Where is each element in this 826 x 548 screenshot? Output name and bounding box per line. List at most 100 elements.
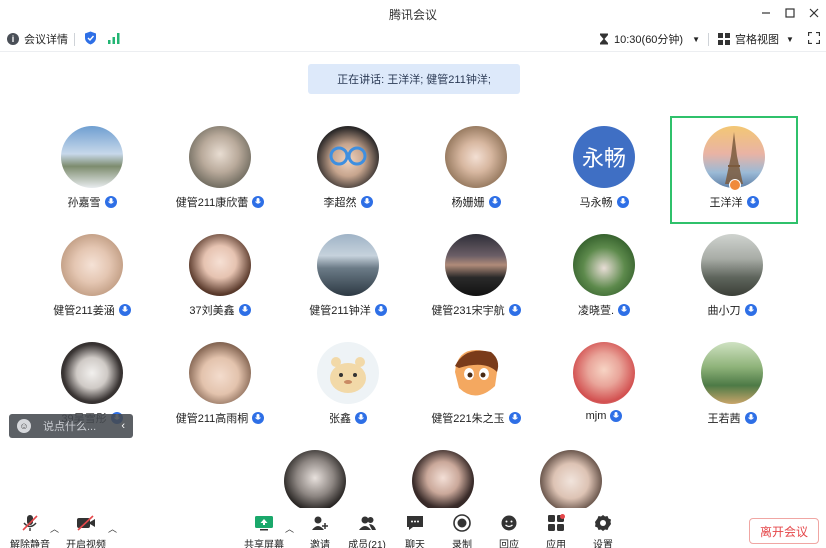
avatar xyxy=(445,342,507,404)
apps-button[interactable]: 应用 xyxy=(534,512,578,548)
record-icon xyxy=(440,512,484,534)
meeting-window: 腾讯会议 i 会议详情 10:30(60分钟) ▼ 宫格视图 ▼ 正在讲话: 王… xyxy=(0,0,826,548)
meeting-info-label: 会议详情 xyxy=(24,34,68,46)
microphone-icon xyxy=(374,304,387,316)
participant-name: 孙嘉雪 xyxy=(67,197,101,209)
reaction-icon xyxy=(487,512,531,534)
chevron-up-icon[interactable]: ︿ xyxy=(50,522,59,535)
participant-tile[interactable]: 孙嘉雪 xyxy=(28,116,156,224)
avatar xyxy=(317,234,379,296)
share-screen-icon xyxy=(242,512,286,534)
invite-label: 邀请 xyxy=(310,540,330,548)
microphone-icon xyxy=(238,304,251,316)
microphone-icon xyxy=(252,412,265,424)
settings-button[interactable]: 设置 xyxy=(581,512,625,548)
participant-tile[interactable]: 张鑫 xyxy=(284,332,412,440)
start-video-button[interactable]: 开启视频 xyxy=(64,512,108,548)
microphone-icon xyxy=(360,196,373,208)
video-off-icon xyxy=(64,512,108,534)
avatar xyxy=(573,234,635,296)
chevron-left-icon[interactable]: ‹ xyxy=(121,420,125,432)
divider xyxy=(74,33,75,46)
chevron-up-icon[interactable]: ︿ xyxy=(285,522,294,535)
maximize-icon[interactable] xyxy=(781,4,799,22)
participant-tile[interactable]: 37刘美鑫 xyxy=(156,224,284,332)
share-screen-button[interactable]: 共享屏幕 xyxy=(242,512,286,548)
participant-tile[interactable]: 永畅 马永畅 xyxy=(540,116,668,224)
microphone-icon xyxy=(508,412,521,424)
title-bar: 腾讯会议 xyxy=(0,0,826,26)
invite-button[interactable]: 邀请 xyxy=(298,512,342,548)
participant-tile[interactable]: 健管231宋宇航 xyxy=(412,224,540,332)
participant-tile[interactable]: 健管211钟洋 xyxy=(284,224,412,332)
chat-input[interactable]: ☺ 说点什么... ‹ xyxy=(9,414,133,438)
speaking-banner: 正在讲话: 王洋洋; 健管211钟洋; xyxy=(308,64,520,94)
chevron-up-icon[interactable]: ︿ xyxy=(108,522,117,535)
timer-label: 10:30(60分钟) xyxy=(614,34,684,46)
participant-tile[interactable]: 李超然 xyxy=(284,116,412,224)
microphone-icon xyxy=(488,196,501,208)
close-icon[interactable] xyxy=(805,4,823,22)
fullscreen-icon[interactable] xyxy=(808,32,820,44)
avatar xyxy=(61,234,123,296)
avatar[interactable] xyxy=(412,450,474,512)
participant-tile[interactable]: 健管211高雨桐 xyxy=(156,332,284,440)
participant-tile[interactable]: 凌晓萱. xyxy=(540,224,668,332)
avatar[interactable] xyxy=(540,450,602,512)
avatar xyxy=(701,342,763,404)
chat-button[interactable]: 聊天 xyxy=(393,512,437,548)
members-label: 成员(21) xyxy=(348,540,386,548)
avatar xyxy=(317,126,379,188)
participant-name: mjm xyxy=(585,410,607,422)
start-video-label: 开启视频 xyxy=(66,540,106,548)
participant-tile[interactable]: mjm xyxy=(540,332,668,440)
add-person-icon xyxy=(298,512,342,534)
participant-tile[interactable]: 健管211姜涵 xyxy=(28,224,156,332)
participant-name: 健管221朱之玉 xyxy=(431,413,505,425)
participant-name: 健管231宋宇航 xyxy=(431,305,505,317)
participant-name: 张鑫 xyxy=(329,413,351,425)
security-shield-icon[interactable] xyxy=(84,31,97,45)
participant-tile[interactable]: 健管211康欣蕾 xyxy=(156,116,284,224)
microphone-icon xyxy=(616,196,629,208)
unmute-button[interactable]: 解除静音 xyxy=(8,512,52,548)
record-button[interactable]: 录制 xyxy=(440,512,484,548)
participant-name: 李超然 xyxy=(323,197,357,209)
leave-meeting-button[interactable]: 离开会议 xyxy=(749,518,819,544)
reactions-label: 回应 xyxy=(499,540,519,548)
participant-name: 健管211高雨桐 xyxy=(175,413,249,425)
grid-view-icon xyxy=(718,33,730,45)
minimize-icon[interactable] xyxy=(757,4,775,22)
apps-label: 应用 xyxy=(546,540,566,548)
divider xyxy=(708,33,709,46)
avatar xyxy=(189,342,251,404)
participant-tile[interactable]: 健管221朱之玉 xyxy=(412,332,540,440)
chat-label: 聊天 xyxy=(405,540,425,548)
meeting-timer[interactable]: 10:30(60分钟) ▼ xyxy=(599,31,700,47)
microphone-icon xyxy=(355,412,367,424)
record-label: 录制 xyxy=(452,540,472,548)
emoji-icon[interactable]: ☺ xyxy=(17,419,31,433)
window-title: 腾讯会议 xyxy=(388,8,437,22)
unmute-label: 解除静音 xyxy=(10,540,50,548)
network-signal-icon[interactable] xyxy=(108,33,120,44)
microphone-icon xyxy=(610,410,623,422)
hourglass-icon xyxy=(600,33,608,45)
avatar[interactable] xyxy=(284,450,346,512)
members-button[interactable]: 成员(21) xyxy=(345,512,389,548)
meeting-info-button[interactable]: i 会议详情 xyxy=(7,31,68,47)
microphone-muted-icon xyxy=(8,512,52,534)
reactions-button[interactable]: 回应 xyxy=(487,512,531,548)
participant-name: 王洋洋 xyxy=(709,197,743,209)
microphone-icon xyxy=(744,412,757,424)
avatar xyxy=(701,234,763,296)
participant-name: 健管211姜涵 xyxy=(53,305,115,317)
participant-tile[interactable]: 杨姗姗 xyxy=(412,116,540,224)
participant-tile[interactable]: 曲小刀 xyxy=(668,224,796,332)
microphone-icon xyxy=(618,304,631,316)
participant-tile-active[interactable]: 王洋洋 xyxy=(670,116,798,224)
view-mode-button[interactable]: 宫格视图 ▼ xyxy=(718,31,794,47)
avatar-text: 永畅 xyxy=(581,146,626,171)
microphone-icon xyxy=(746,196,759,208)
participant-tile[interactable]: 王若茜 xyxy=(668,332,796,440)
